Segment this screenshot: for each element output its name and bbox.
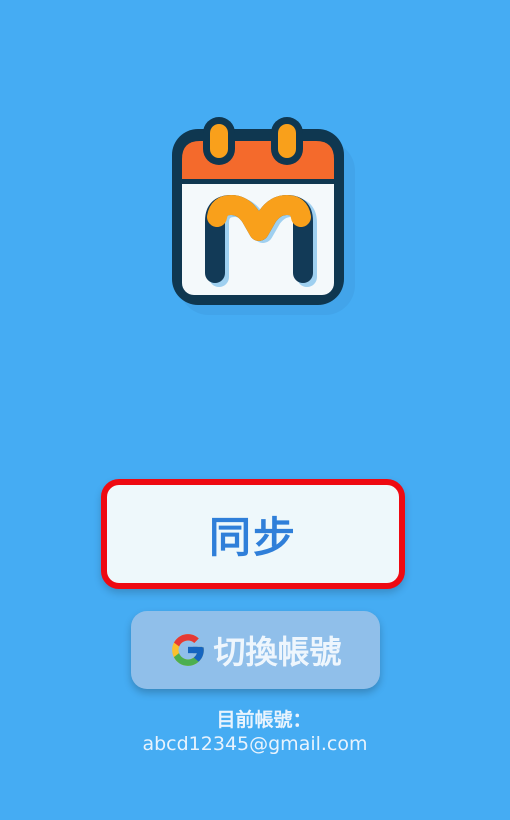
- sync-button[interactable]: 同步: [101, 479, 405, 589]
- current-account-caption: 目前帳號：: [216, 709, 312, 731]
- app-screen: 同步 切換帳號 目前帳號： abcd12345@gmail.com: [0, 0, 510, 820]
- switch-account-button[interactable]: 切換帳號: [131, 611, 380, 689]
- google-g-icon: [172, 634, 205, 666]
- sync-button-label: 同步: [208, 512, 297, 562]
- calendar-m-logo-icon: [165, 115, 355, 315]
- switch-account-label: 切換帳號: [213, 633, 342, 671]
- current-account-info: 目前帳號： abcd12345@gmail.com: [0, 708, 510, 756]
- current-account-email: abcd12345@gmail.com: [142, 733, 368, 755]
